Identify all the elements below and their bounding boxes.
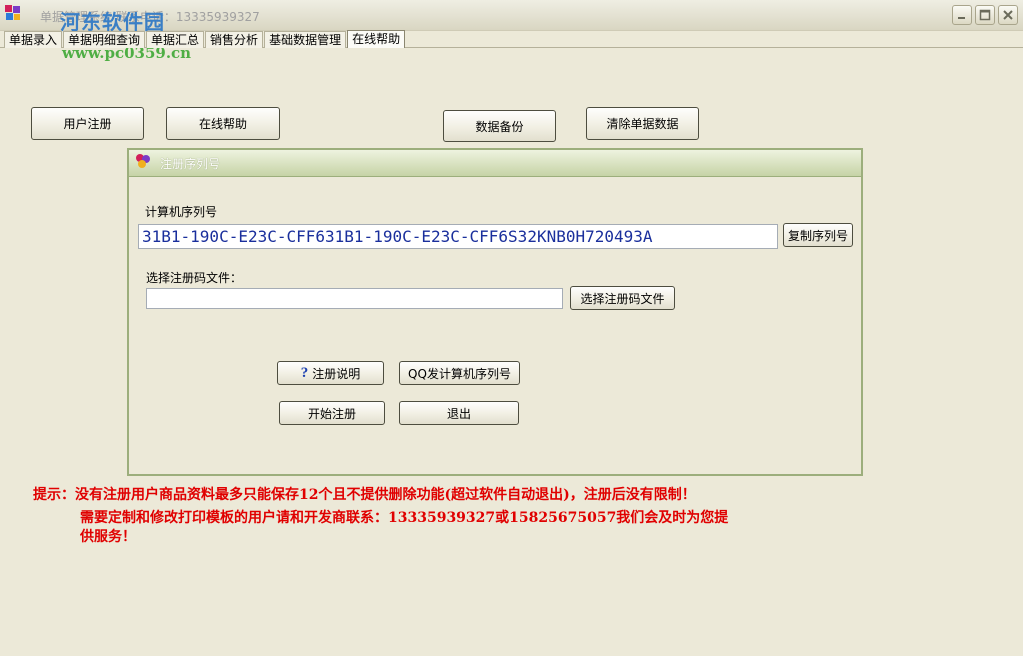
question-icon: ? bbox=[300, 364, 309, 381]
register-dialog bbox=[127, 148, 863, 476]
user-register-button[interactable]: 用户注册 bbox=[31, 107, 144, 140]
minimize-button[interactable] bbox=[952, 5, 972, 25]
main-tabs: 单据录入 单据明细查询 单据汇总 销售分析 基础数据管理 在线帮助 bbox=[4, 30, 406, 48]
choose-reg-file-button[interactable]: 选择注册码文件 bbox=[570, 286, 675, 310]
online-help-button[interactable]: 在线帮助 bbox=[166, 107, 280, 140]
app-logo-icon bbox=[5, 5, 20, 20]
data-backup-button[interactable]: 数据备份 bbox=[443, 110, 556, 142]
register-help-button[interactable]: ? 注册说明 bbox=[277, 361, 384, 385]
reg-file-field[interactable] bbox=[146, 288, 563, 309]
notice-line-3: 供服务！ bbox=[80, 529, 136, 545]
close-icon bbox=[1003, 10, 1013, 20]
qq-send-serial-button[interactable]: QQ发计算机序列号 bbox=[399, 361, 520, 385]
register-help-label: 注册说明 bbox=[312, 366, 361, 381]
close-button[interactable] bbox=[998, 5, 1018, 25]
notice-line-2: 需要定制和修改打印模板的用户请和开发商联系：13335939327或158256… bbox=[80, 510, 729, 526]
tab-sales-analysis[interactable]: 销售分析 bbox=[205, 31, 264, 48]
minimize-icon bbox=[958, 17, 965, 19]
machine-serial-field[interactable]: 31B1-190C-E23C-CFF631B1-190C-E23C-CFF6S3… bbox=[138, 224, 778, 249]
machine-serial-label: 计算机序列号 bbox=[145, 205, 218, 219]
tab-summary[interactable]: 单据汇总 bbox=[146, 31, 205, 48]
clear-data-button[interactable]: 清除单据数据 bbox=[586, 107, 699, 140]
tab-detail-query[interactable]: 单据明细查询 bbox=[63, 31, 146, 48]
notice-line-1: 提示：没有注册用户商品资料最多只能保存12个且不提供删除功能(超过软件自动退出)… bbox=[33, 487, 696, 503]
dialog-title: 注册序列号 bbox=[160, 157, 221, 171]
tab-online-help[interactable]: 在线帮助 bbox=[347, 30, 406, 48]
exit-button[interactable]: 退出 bbox=[399, 401, 519, 425]
dialog-app-icon bbox=[136, 154, 150, 168]
start-register-button[interactable]: 开始注册 bbox=[279, 401, 385, 425]
tab-entry[interactable]: 单据录入 bbox=[4, 31, 63, 48]
tab-base-data[interactable]: 基础数据管理 bbox=[264, 31, 347, 48]
copy-serial-button[interactable]: 复制序列号 bbox=[783, 223, 853, 247]
maximize-button[interactable] bbox=[975, 5, 995, 25]
dialog-titlebar bbox=[129, 150, 861, 177]
maximize-icon bbox=[979, 9, 991, 21]
reg-file-label: 选择注册码文件： bbox=[146, 271, 243, 285]
